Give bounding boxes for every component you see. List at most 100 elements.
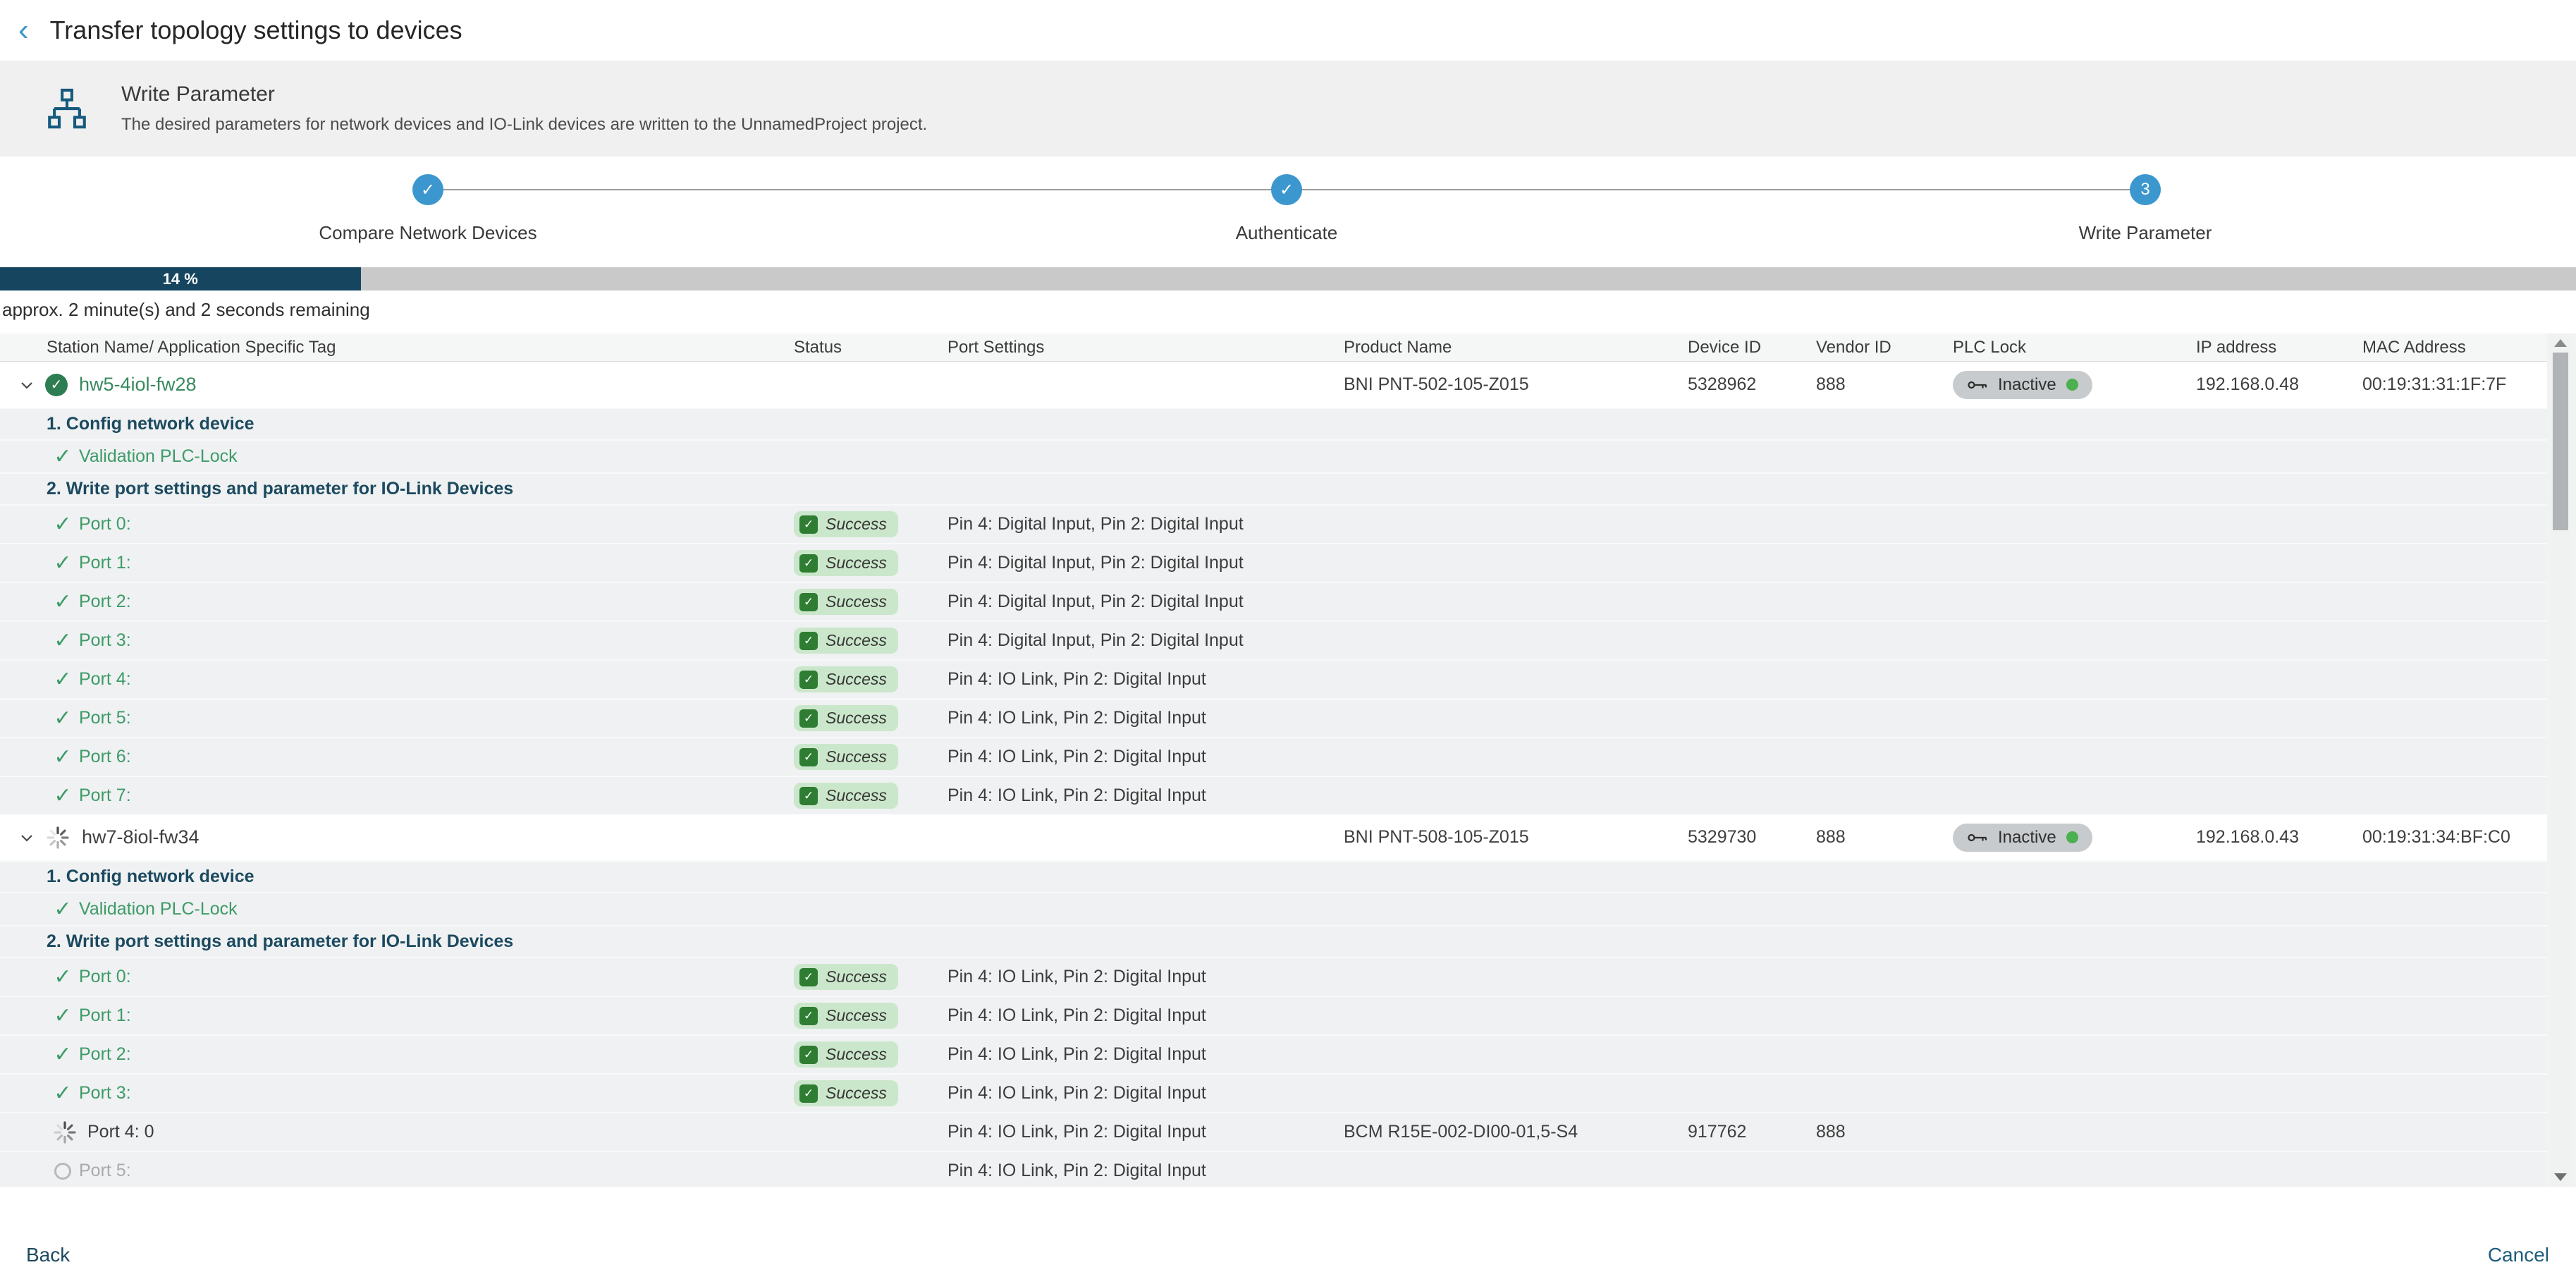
station-cell: ✓ Port 7:	[0, 783, 790, 808]
scrollbar-thumb[interactable]	[2553, 353, 2568, 530]
loading-spinner-icon	[52, 1120, 78, 1145]
step1-label: Compare Network Devices	[216, 222, 639, 244]
check-icon: ✓	[804, 1048, 814, 1062]
key-icon	[1967, 379, 1988, 391]
scrollbar-up-button[interactable]	[2554, 339, 2567, 347]
pending-icon	[54, 1163, 71, 1180]
chevron-down-icon[interactable]	[18, 829, 35, 846]
check-icon: ✓	[52, 1081, 73, 1106]
topology-icon	[44, 85, 90, 132]
device-name[interactable]: hw5-4iol-fw28	[79, 374, 197, 396]
section-row: 1. Config network device	[0, 860, 2547, 892]
plc-lock-badge: Inactive	[1953, 824, 2092, 852]
checkbox-check-icon: ✓	[799, 1084, 818, 1103]
step1-completed-indicator: ✓	[412, 174, 443, 205]
plc-lock-label: Inactive	[1998, 828, 2056, 848]
column-header-ip-address: IP address	[2196, 338, 2362, 357]
validation-row: ✓Validation PLC-Lock	[0, 892, 2547, 925]
port-label: Port 7:	[79, 785, 131, 806]
plc-lock-badge: Inactive	[1953, 371, 2092, 399]
status-label: Success	[826, 592, 887, 611]
station-cell: hw7-8iol-fw34	[0, 825, 790, 850]
port-row: ✓Port 2:✓SuccessPin 4: Digital Input, Pi…	[0, 582, 2547, 620]
check-icon: ✓	[804, 711, 814, 726]
status-dot	[2066, 831, 2078, 843]
port-settings-cell: Pin 4: IO Link, Pin 2: Digital Input	[947, 1044, 1344, 1065]
step2-completed-indicator: ✓	[1271, 174, 1302, 205]
column-header-station: Station Name/ Application Specific Tag	[0, 338, 790, 357]
check-icon: ✓	[51, 376, 63, 393]
product-name-cell: BCM R15E-002-DI00-01,5-S4	[1344, 1122, 1688, 1142]
plc-lock-cell: Inactive	[1953, 824, 2196, 852]
status-label: Success	[826, 1084, 887, 1103]
column-header-product-name: Product Name	[1344, 338, 1688, 357]
check-icon: ✓	[52, 783, 73, 808]
check-icon: ✓	[52, 589, 73, 614]
progress-fill: 14 %	[0, 267, 361, 291]
port-row: ✓Port 6:✓SuccessPin 4: IO Link, Pin 2: D…	[0, 737, 2547, 776]
vendor-id-cell: 888	[1816, 1122, 1953, 1142]
back-button[interactable]: Back	[26, 1244, 70, 1266]
status-label: Success	[826, 1045, 887, 1064]
port-label: Port 3:	[79, 630, 131, 651]
check-icon: ✓	[804, 789, 814, 803]
port-settings-cell: Pin 4: Digital Input, Pin 2: Digital Inp…	[947, 553, 1344, 573]
panel-title: Write Parameter	[121, 82, 927, 106]
section-label: 1. Config network device	[0, 867, 254, 886]
port-row: Port 5:Pin 4: IO Link, Pin 2: Digital In…	[0, 1151, 2547, 1187]
success-badge: ✓Success	[794, 964, 898, 990]
column-header-plc-lock: PLC Lock	[1953, 338, 2196, 357]
checkbox-check-icon: ✓	[799, 748, 818, 766]
port-label: Port 3:	[79, 1083, 131, 1103]
port-label: Port 0:	[79, 514, 131, 534]
check-icon: ✓	[804, 750, 814, 764]
status-cell: ✓Success	[790, 964, 947, 990]
section-label: 2. Write port settings and parameter for…	[0, 931, 513, 951]
section-label: 2. Write port settings and parameter for…	[0, 479, 513, 499]
station-cell: ✓Port 1:	[0, 551, 790, 575]
status-cell: ✓Success	[790, 744, 947, 770]
step2-label: Authenticate	[1075, 222, 1498, 244]
port-row: ✓Port 7:✓SuccessPin 4: IO Link, Pin 2: D…	[0, 776, 2547, 814]
vendor-id-cell: 888	[1816, 374, 1953, 395]
success-badge: ✓Success	[794, 628, 898, 654]
success-badge: ✓Success	[794, 744, 898, 770]
section-cell: 1. Config network device	[0, 867, 790, 887]
column-header-vendor-id: Vendor ID	[1816, 338, 1953, 357]
check-icon: ✓	[52, 897, 73, 922]
status-cell: ✓Success	[790, 511, 947, 537]
station-cell: ✓ hw5-4iol-fw28	[0, 374, 790, 396]
port-row: ✓Port 3:✓SuccessPin 4: Digital Input, Pi…	[0, 620, 2547, 659]
success-badge: ✓ Success	[794, 666, 898, 692]
checkbox-check-icon: ✓	[799, 787, 818, 805]
progress-bar: 14 %	[0, 267, 2576, 291]
status-label: Success	[826, 670, 887, 689]
port-label: Port 5:	[79, 708, 131, 728]
checkbox-check-icon: ✓	[799, 709, 818, 728]
port-label: Port 4:	[79, 669, 131, 690]
checkbox-check-icon: ✓	[799, 1007, 818, 1025]
scrollbar-down-button[interactable]	[2554, 1173, 2567, 1181]
back-chevron-icon[interactable]: ‹	[18, 15, 29, 46]
section-cell: 2. Write port settings and parameter for…	[0, 931, 790, 952]
vertical-scrollbar[interactable]	[2551, 334, 2570, 1187]
cancel-button[interactable]: Cancel	[2488, 1244, 2549, 1266]
port-settings-cell: Pin 4: IO Link, Pin 2: Digital Input	[947, 1083, 1344, 1103]
station-cell: ✓Port 2:	[0, 589, 790, 614]
check-icon: ✓	[804, 634, 814, 648]
page-title: Transfer topology settings to devices	[50, 16, 462, 45]
column-header-port-settings: Port Settings	[947, 338, 1344, 357]
station-cell: ✓Port 0:	[0, 965, 790, 989]
status-label: Success	[826, 554, 887, 573]
checkbox-check-icon: ✓	[799, 671, 818, 689]
section-row: 2. Write port settings and parameter for…	[0, 925, 2547, 957]
chevron-down-icon[interactable]	[18, 377, 35, 393]
check-icon: ✓	[421, 180, 435, 200]
device-name[interactable]: hw7-8iol-fw34	[82, 826, 200, 848]
checkbox-check-icon: ✓	[799, 515, 818, 534]
check-icon: ✓	[1280, 180, 1294, 200]
check-icon: ✓	[52, 745, 73, 769]
table-header-row: Station Name/ Application Specific Tag S…	[0, 334, 2547, 362]
step3-number-indicator: 3	[2130, 174, 2161, 205]
status-cell: ✓Success	[790, 550, 947, 576]
